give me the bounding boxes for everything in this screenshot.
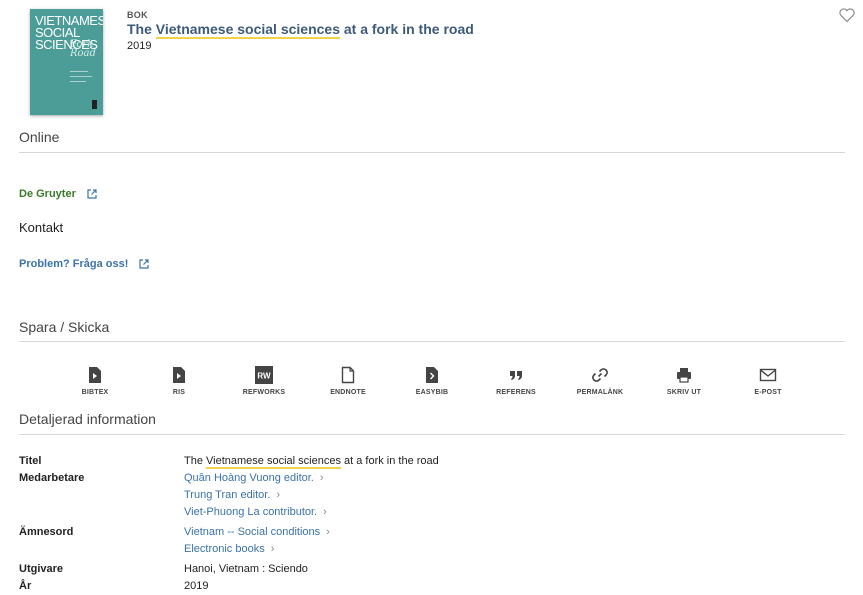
divider	[19, 341, 845, 342]
label-contributors: Medarbetare	[19, 472, 85, 484]
problem-label[interactable]: Problem? Fråga oss!	[19, 258, 128, 270]
label-title: Titel	[19, 455, 42, 467]
external-link-icon[interactable]	[86, 188, 98, 200]
chevron-right-icon: ›	[326, 526, 330, 538]
cover-line	[70, 71, 88, 72]
resource-type: BOK	[127, 10, 148, 20]
contributor-link[interactable]: Quân Hoàng Vuong editor. ›	[184, 472, 324, 484]
record-year: 2019	[127, 40, 152, 52]
chevron-right-icon: ›	[276, 489, 281, 501]
value-publisher: Hanoi, Vietnam : Sciendo	[184, 563, 308, 575]
referens-button[interactable]: REFERENS	[481, 366, 551, 396]
save-actions: BIBTEX RIS RW REFWORKS ENDNOTE EASYBIB R…	[53, 366, 813, 400]
label-year: År	[19, 580, 32, 592]
cover-italic-text: Fork Road	[70, 39, 96, 59]
endnote-button[interactable]: ENDNOTE	[313, 366, 383, 396]
bibtex-button[interactable]: BIBTEX	[60, 366, 130, 396]
contact-heading: Kontakt	[19, 220, 64, 235]
section-title-online: Online	[19, 129, 60, 145]
quote-icon	[510, 371, 522, 380]
print-button[interactable]: SKRIV UT	[649, 366, 719, 396]
record-title[interactable]: The Vietnamese social sciences at a fork…	[127, 21, 474, 39]
contributor-link[interactable]: Trung Tran editor. ›	[184, 489, 280, 501]
heart-icon[interactable]	[838, 6, 856, 24]
subject-link[interactable]: Electronic books ›	[184, 543, 274, 555]
refworks-button[interactable]: RW REFWORKS	[229, 366, 299, 396]
endnote-icon	[341, 366, 355, 384]
permalink-button[interactable]: PERMALÄNK	[565, 366, 635, 396]
label-publisher: Utgivare	[19, 563, 64, 575]
ris-icon	[173, 367, 185, 383]
chevron-right-icon: ›	[323, 506, 327, 518]
easybib-button[interactable]: EASYBIB	[397, 366, 467, 396]
link-icon	[592, 368, 608, 382]
section-title-save: Spara / Skicka	[19, 319, 110, 335]
provider-label[interactable]: De Gruyter	[19, 188, 76, 200]
problem-link[interactable]: Problem? Fråga oss!	[19, 258, 150, 270]
book-cover[interactable]: VIETNAMESE SOCIAL SCIENCES Fork Road	[30, 9, 103, 115]
print-icon	[677, 368, 691, 383]
cover-publisher-mark	[92, 100, 97, 109]
refworks-badge-text: RW	[257, 372, 271, 381]
ris-button[interactable]: RIS	[144, 366, 214, 396]
email-button[interactable]: E-POST	[733, 366, 803, 396]
divider	[19, 434, 845, 435]
cover-line	[70, 76, 92, 77]
provider-link[interactable]: De Gruyter	[19, 188, 98, 200]
subject-link[interactable]: Vietnam -- Social conditions ›	[184, 526, 330, 538]
chevron-right-icon: ›	[319, 472, 324, 484]
bibtex-icon	[89, 367, 101, 383]
label-subjects: Ämnesord	[19, 526, 74, 538]
easybib-icon	[426, 367, 438, 383]
mail-icon	[759, 368, 777, 382]
divider	[19, 152, 845, 153]
value-year: 2019	[184, 580, 209, 592]
external-link-icon[interactable]	[138, 258, 150, 270]
refworks-icon: RW	[255, 366, 273, 384]
section-title-details: Detaljerad information	[19, 411, 156, 427]
contributor-link[interactable]: Viet-Phuong La contributor. ›	[184, 506, 327, 518]
value-title: The Vietnamese social sciences at a fork…	[184, 455, 439, 469]
chevron-right-icon: ›	[270, 543, 275, 555]
cover-line	[70, 81, 86, 82]
